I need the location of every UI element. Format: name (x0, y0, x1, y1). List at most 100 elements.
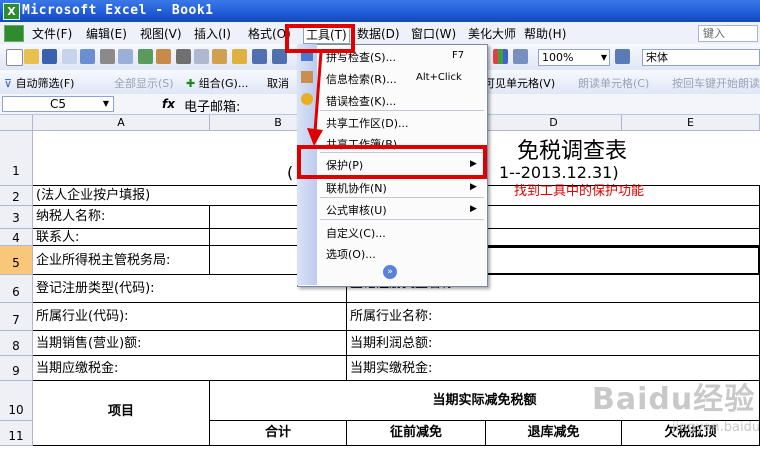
workbook-icon[interactable] (4, 25, 24, 42)
row-header-1[interactable]: 1 (0, 131, 33, 186)
menu-window[interactable]: 窗口(W) (411, 25, 456, 42)
name-box-value: C5 (49, 97, 66, 111)
window-title: Microsoft Excel - Book1 (22, 3, 214, 18)
cell-a7[interactable]: 所属行业(代码): (33, 303, 347, 331)
watermark-logo: Baidu经验 (592, 382, 756, 417)
menu-item-online-collaboration[interactable]: 联机协作(N) (326, 180, 387, 196)
cell-c8[interactable]: 当期利润总额: (347, 331, 760, 356)
shortcut-f7: F7 (452, 50, 465, 61)
drawing-icon[interactable] (513, 49, 528, 64)
cell-a5[interactable]: 企业所得税主管税务局: (33, 246, 210, 275)
chart-icon[interactable] (493, 49, 508, 64)
submenu-arrow-icon: ▶ (470, 204, 477, 214)
autofilter-label: 自动筛选(F) (15, 77, 75, 90)
cell-c7[interactable]: 所属行业名称: (347, 303, 760, 331)
protection-highlight-box (297, 145, 487, 179)
row-header-5[interactable]: 5 (0, 246, 33, 275)
menu-data[interactable]: 数据(D) (357, 25, 400, 42)
ungroup-button[interactable]: 取消 (267, 75, 289, 91)
sheet-title: 免税调查表 (517, 139, 628, 164)
filter-icon: ⊽ (4, 77, 16, 90)
font-select[interactable]: 宋体 (642, 49, 760, 66)
shortcut-alt-click: Alt+Click (416, 72, 462, 83)
menu-item-customize[interactable]: 自定义(C)... (326, 225, 386, 241)
spelling-icon[interactable] (138, 49, 153, 64)
menu-item-research[interactable]: 信息检索(R)... (326, 71, 397, 87)
row-header-10[interactable]: 10 (0, 381, 33, 421)
row-header-11[interactable]: 11 (0, 421, 33, 446)
paste-icon[interactable] (212, 49, 227, 64)
save-icon[interactable] (42, 49, 57, 64)
research-icon[interactable] (156, 49, 171, 64)
cell-a10-item[interactable]: 项目 (33, 381, 210, 446)
annotation-text: 找到工具中的保护功能 (514, 184, 645, 199)
submenu-arrow-icon: ▶ (470, 182, 477, 192)
menu-item-shared-workspace[interactable]: 共享工作区(D)... (326, 115, 409, 131)
row-header-9[interactable]: 9 (0, 356, 33, 381)
menu-help[interactable]: 帮助(H) (524, 25, 566, 42)
group-label: 组合(G)... (198, 77, 249, 90)
column-header-d[interactable]: D (486, 115, 622, 131)
zoom-select[interactable]: 100% ▼ (538, 49, 610, 66)
column-header-e[interactable]: E (622, 115, 760, 131)
column-header-a[interactable]: A (33, 115, 210, 131)
plus-icon: ✚ (186, 77, 199, 90)
cell-d11[interactable]: 退库减免 (486, 421, 622, 446)
chevron-down-icon: ▼ (102, 99, 109, 108)
open-icon[interactable] (24, 49, 39, 64)
row-header-2[interactable]: 2 (0, 186, 33, 206)
chevron-down-icon: ▼ (600, 53, 607, 62)
menu-view[interactable]: 视图(V) (140, 25, 182, 42)
read-cell-button[interactable]: 朗读单元格(C) (578, 75, 649, 91)
read-enter-button[interactable]: 按回车键开始朗读 (672, 75, 760, 91)
help-icon[interactable] (615, 49, 630, 64)
email-icon[interactable] (80, 49, 95, 64)
cell-a9[interactable]: 当期应缴税金: (33, 356, 347, 381)
row-header-6[interactable]: 6 (0, 275, 33, 303)
name-box[interactable]: C5 ▼ (2, 96, 114, 112)
cell-a4[interactable]: 联系人: (33, 229, 210, 246)
menu-separator (320, 219, 484, 220)
menu-item-error-check[interactable]: 错误检查(K)... (326, 93, 396, 109)
tools-highlight-box (285, 24, 355, 53)
print-icon[interactable] (100, 49, 115, 64)
row-header-8[interactable]: 8 (0, 331, 33, 356)
menu-beautify[interactable]: 美化大师 (468, 25, 516, 42)
menu-item-options[interactable]: 选项(O)... (326, 246, 376, 262)
print-preview-icon[interactable] (118, 49, 133, 64)
autofilter-button[interactable]: ⊽ 自动筛选(F) (4, 75, 74, 91)
copy-icon[interactable] (194, 49, 209, 64)
cell-a8[interactable]: 当期销售(营业)额: (33, 331, 347, 356)
menu-file[interactable]: 文件(F) (32, 25, 72, 42)
row-header-4[interactable]: 4 (0, 229, 33, 246)
cell-c11[interactable]: 征前减免 (347, 421, 486, 446)
watermark-url: jingyan.baidu.com (672, 420, 760, 435)
show-all-button[interactable]: 全部显示(S) (114, 75, 174, 91)
paren-left: ( (287, 163, 294, 182)
expand-menu-icon[interactable]: » (383, 265, 397, 279)
select-all-corner[interactable] (0, 115, 33, 131)
zoom-value: 100% (542, 51, 574, 64)
menu-separator (320, 197, 484, 198)
red-arrow-icon (307, 51, 323, 146)
cell-b11[interactable]: 合计 (210, 421, 347, 446)
group-button[interactable]: ✚ 组合(G)... (186, 75, 248, 91)
menu-item-formula-auditing[interactable]: 公式审核(U) (326, 202, 387, 218)
permission-icon[interactable] (62, 49, 77, 64)
title-bar: X Microsoft Excel - Book1 (0, 0, 760, 22)
new-icon[interactable] (6, 49, 23, 66)
visible-cells-button[interactable]: 可见单元格(V) (484, 75, 555, 91)
cell-a3[interactable]: 纳税人名称: (33, 206, 210, 229)
help-search-input[interactable]: 键入 (698, 25, 758, 42)
excel-icon[interactable]: X (3, 3, 20, 20)
undo-icon[interactable] (252, 49, 267, 64)
format-painter-icon[interactable] (232, 49, 247, 64)
menu-insert[interactable]: 插入(I) (194, 25, 231, 42)
row-header-3[interactable]: 3 (0, 206, 33, 229)
cut-icon[interactable] (176, 49, 191, 64)
menu-edit[interactable]: 编辑(E) (86, 25, 127, 42)
formula-input[interactable]: 电子邮箱: (184, 96, 240, 115)
fx-icon[interactable]: fx (162, 97, 175, 111)
row-header-7[interactable]: 7 (0, 303, 33, 331)
menu-separator (320, 110, 484, 111)
